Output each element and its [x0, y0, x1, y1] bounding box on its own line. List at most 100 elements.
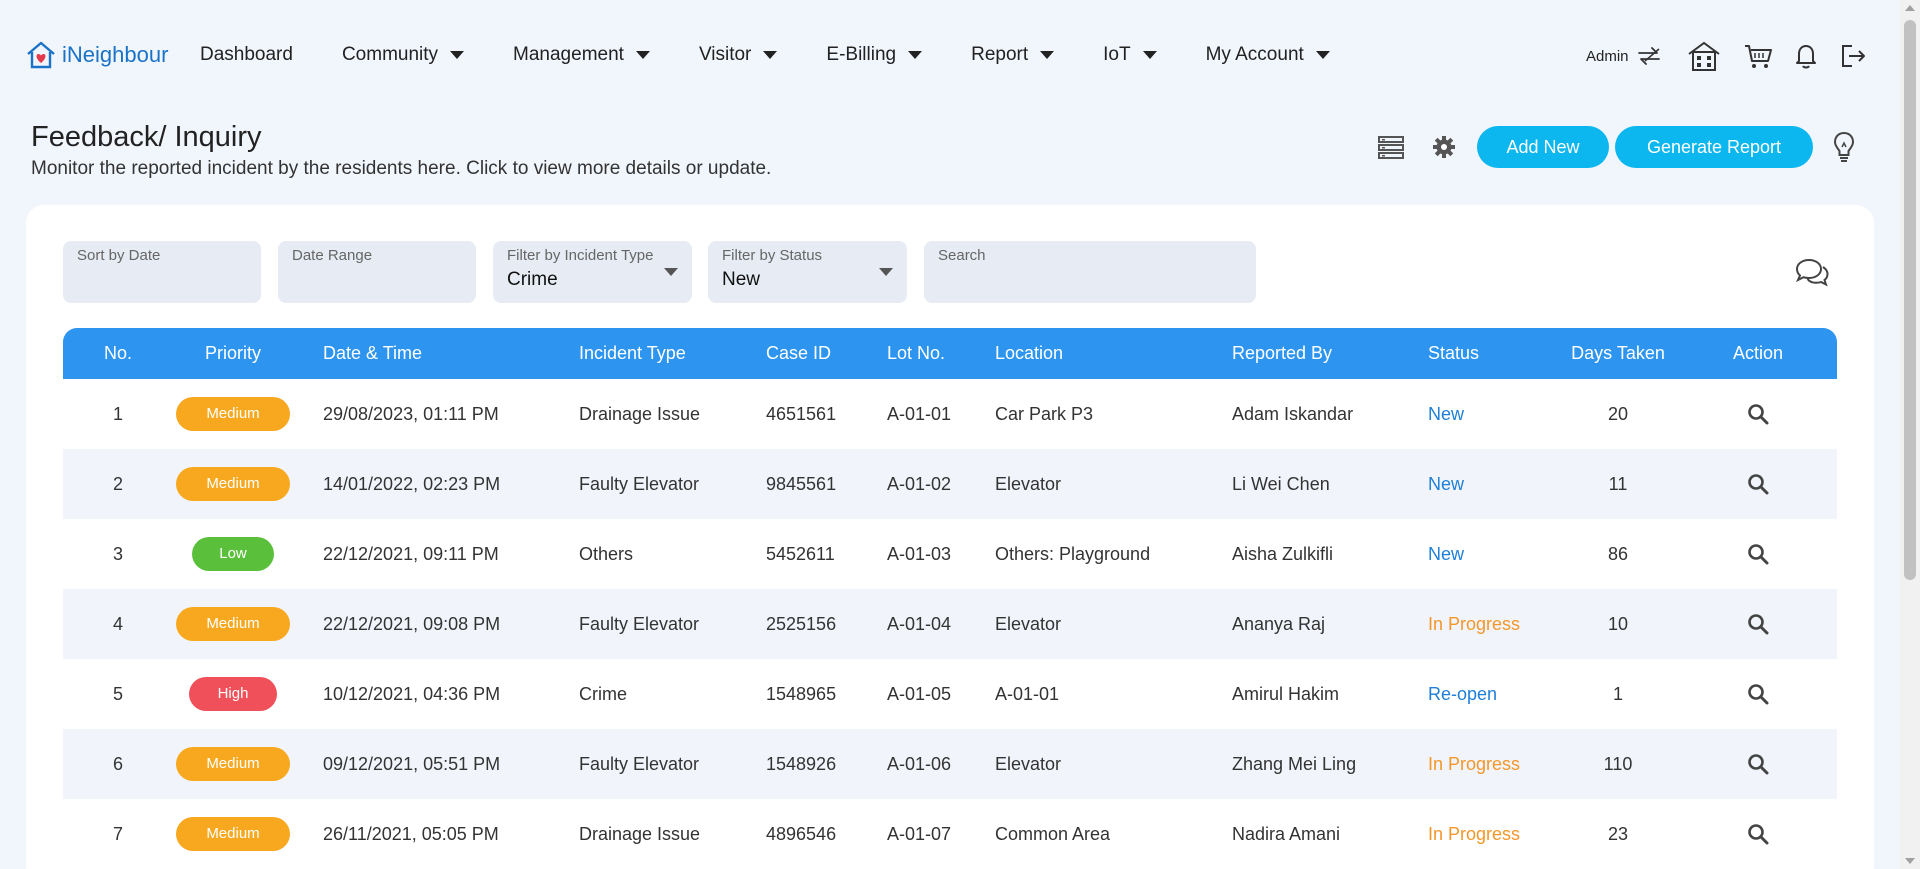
logout-icon[interactable]: [1839, 42, 1867, 70]
house-heart-icon: [27, 41, 55, 69]
column-header-lot-no: Lot No.: [887, 343, 946, 363]
view-details-search-icon[interactable]: [1747, 613, 1769, 635]
nav-item-dashboard[interactable]: Dashboard: [200, 44, 293, 66]
bell-icon[interactable]: [1793, 42, 1819, 70]
view-details-search-icon[interactable]: [1747, 753, 1769, 775]
list-view-icon[interactable]: [1375, 134, 1407, 160]
lightbulb-icon[interactable]: [1831, 130, 1857, 164]
filter-value: New: [722, 269, 761, 290]
view-details-search-icon[interactable]: [1747, 823, 1769, 845]
nav-item-report[interactable]: Report: [971, 44, 1055, 66]
add-new-button[interactable]: Add New: [1477, 126, 1609, 168]
table-row[interactable]: 5 High 10/12/2021, 04:36 PM Crime 1548965 A-0…: [63, 659, 1837, 729]
incident-table: No. Priority Date & Time Incident Type C…: [63, 328, 1837, 869]
status-select[interactable]: Filter by Status New: [708, 241, 907, 303]
caret-down-icon: [1315, 51, 1330, 59]
action-cell: [1703, 799, 1813, 869]
nav-item-community[interactable]: Community: [342, 44, 465, 66]
column-header-case-id: Case ID: [766, 343, 832, 363]
table-row[interactable]: 1 Medium 29/08/2023, 01:11 PM Drainage Issu…: [63, 379, 1837, 449]
location-cell: Common Area: [995, 823, 1111, 844]
lot-no-cell: A-01-01: [887, 403, 952, 424]
date-range-picker[interactable]: Date Range: [278, 241, 476, 303]
days-taken-cell: 1: [1612, 683, 1623, 704]
action-cell: [1703, 519, 1813, 589]
lot-no-cell: A-01-07: [887, 823, 952, 844]
table-row[interactable]: 4 Medium 22/12/2021, 09:08 PM Faulty Elevat…: [63, 589, 1837, 659]
lot-no-cell: A-01-03: [887, 543, 952, 564]
incident-type-cell: Crime: [579, 683, 627, 704]
case-id-cell: 4651561: [766, 403, 837, 424]
chat-bubbles-icon[interactable]: [1794, 257, 1830, 294]
nav-item-e-billing[interactable]: E-Billing: [826, 44, 923, 66]
table-header: No. Priority Date & Time Incident Type C…: [63, 328, 1837, 379]
cart-icon[interactable]: [1743, 42, 1773, 70]
view-details-search-icon[interactable]: [1747, 403, 1769, 425]
priority-cell: Medium: [173, 729, 293, 799]
reported-by-cell: Amirul Hakim: [1232, 683, 1340, 704]
nav-item-iot[interactable]: IoT: [1103, 44, 1157, 66]
incident-type-cell: Drainage Issue: [579, 823, 701, 844]
scroll-up-arrow-icon[interactable]: [1905, 5, 1915, 11]
column-header-status: Status: [1428, 343, 1480, 363]
caret-down-icon: [450, 51, 465, 59]
table-row[interactable]: 2 Medium 14/01/2022, 02:23 PM Faulty Elevat…: [63, 449, 1837, 519]
generate-report-button[interactable]: Generate Report: [1615, 126, 1813, 168]
filter-label: Date Range: [292, 247, 373, 264]
search-input[interactable]: Search: [924, 241, 1256, 303]
row-number: 4: [112, 613, 123, 634]
nav-item-management[interactable]: Management: [513, 44, 650, 66]
scroll-down-arrow-icon[interactable]: [1905, 858, 1915, 864]
nav-item-label: Dashboard: [200, 44, 293, 65]
sort-by-date-select[interactable]: Sort by Date: [63, 241, 261, 303]
status-cell: In Progress: [1428, 613, 1521, 634]
caret-down-icon: [1142, 51, 1157, 59]
nav-item-label: Management: [513, 44, 624, 65]
priority-badge: High: [189, 677, 277, 711]
incident-type-select[interactable]: Filter by Incident Type Crime: [493, 241, 692, 303]
location-cell: Elevator: [995, 613, 1062, 634]
view-details-search-icon[interactable]: [1747, 543, 1769, 565]
days-taken-cell: 20: [1607, 403, 1629, 424]
top-navigation: iNeighbour Dashboard Community Managemen…: [0, 0, 1900, 116]
nav-right-tools: Admin: [1586, 40, 1867, 72]
lot-no-cell: A-01-05: [887, 683, 952, 704]
nav-item-my-account[interactable]: My Account: [1206, 44, 1330, 66]
case-id-cell: 2525156: [766, 613, 837, 634]
date-time-cell: 10/12/2021, 04:36 PM: [323, 683, 501, 704]
row-number: 1: [112, 403, 123, 424]
priority-badge: Low: [192, 537, 274, 571]
priority-cell: Medium: [173, 589, 293, 659]
building-icon[interactable]: [1687, 40, 1721, 72]
table-row[interactable]: 7 Medium 26/11/2021, 05:05 PM Drainage Issu…: [63, 799, 1837, 869]
action-cell: [1703, 589, 1813, 659]
view-details-search-icon[interactable]: [1747, 473, 1769, 495]
nav-item-visitor[interactable]: Visitor: [699, 44, 778, 66]
lot-no-cell: A-01-02: [887, 473, 952, 494]
reported-by-cell: Li Wei Chen: [1232, 473, 1330, 494]
row-number: 3: [112, 543, 123, 564]
table-row[interactable]: 3 Low 22/12/2021, 09:11 PM Others 5452611 A-0…: [63, 519, 1837, 589]
view-details-search-icon[interactable]: [1747, 683, 1769, 705]
filter-label: Filter by Status: [722, 247, 823, 264]
lot-no-cell: A-01-06: [887, 753, 952, 774]
header-tools: Add New Generate Report: [1375, 126, 1857, 168]
row-number: 5: [112, 683, 123, 704]
settings-gear-icon[interactable]: [1431, 134, 1457, 160]
caret-down-icon: [763, 51, 778, 59]
reported-by-cell: Adam Iskandar: [1232, 403, 1354, 424]
scrollbar-thumb[interactable]: [1904, 20, 1916, 580]
priority-cell: Medium: [173, 449, 293, 519]
date-time-cell: 09/12/2021, 05:51 PM: [323, 753, 501, 774]
nav-item-label: E-Billing: [826, 44, 897, 65]
reported-by-cell: Zhang Mei Ling: [1232, 753, 1357, 774]
incident-type-cell: Faulty Elevator: [579, 613, 700, 634]
page-scrollbar[interactable]: [1900, 0, 1920, 869]
app-logo[interactable]: iNeighbour: [24, 38, 168, 72]
date-time-cell: 14/01/2022, 02:23 PM: [323, 473, 501, 494]
table-row[interactable]: 6 Medium 09/12/2021, 05:51 PM Faulty Elevat…: [63, 729, 1837, 799]
filter-label: Sort by Date: [77, 247, 161, 264]
reported-by-cell: Aisha Zulkifli: [1232, 543, 1334, 564]
status-cell: In Progress: [1428, 823, 1521, 844]
switch-user-icon[interactable]: [1635, 42, 1663, 70]
